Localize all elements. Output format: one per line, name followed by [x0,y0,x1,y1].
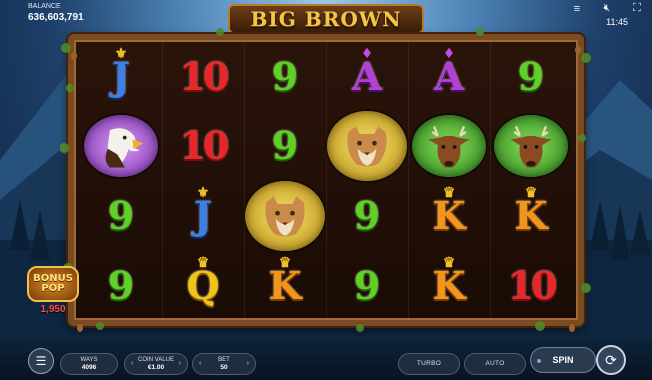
diamond-icon: ♦ [360,46,374,62]
auto-button[interactable]: AUTO [464,353,526,375]
symbol-label: 10 [507,262,558,308]
reel-symbol-stag [490,111,572,181]
refresh-arrows-icon: ⟳ [605,351,617,368]
balance-label: BALANCE [28,3,61,10]
reel-symbol-9: 9 [244,42,326,111]
coin-value: €1.00 [147,363,165,371]
symbol-label: 10 [179,123,230,168]
reel-symbol-k: ♛ K [490,181,572,251]
crown-icon: ♛ [196,255,210,271]
turbo-button[interactable]: TURBO [398,353,460,375]
crown-icon: ♛ [278,255,292,271]
reel-symbol-9: 9 [326,181,408,251]
reel-symbol-k: ♛ K [408,251,490,320]
ways-display: WAYS 4096 [60,353,118,375]
symbol-label: K [268,262,302,308]
reel-symbol-stag [408,111,490,181]
reels-grid: ⚜ J 10 9 ♦ A ♦ A 9 10 9 9 ⚜ J 9 ♛ K ♛ K 9 ♛ Q ♛ K 9 ♛ K 10 [80,42,572,320]
crown-icon: ♛ [524,185,538,201]
game-logo: BIG BROWN [228,4,424,34]
bonus-pop: BONUS POP 1,950 [26,266,80,316]
spin-indicator-icon [537,359,541,363]
symbol-label: 10 [179,53,230,99]
balance-value: 636,603,791 [28,12,84,23]
fleur-icon: ⚜ [196,185,210,201]
symbol-label: K [514,193,548,238]
symbol-label: 9 [107,193,135,238]
symbol-label: 9 [271,123,299,168]
symbol-label: 9 [107,262,135,308]
reel-symbol-cougar [326,111,408,181]
reel-symbol-a: ♦ A [408,42,490,111]
clock: 11:45 [606,17,628,27]
symbol-label: 9 [517,53,545,99]
symbol-label: K [432,193,466,238]
reel-symbol-k: ♛ K [244,251,326,320]
reel-symbol-9: 9 [326,251,408,320]
bet-label: BET [218,356,230,363]
symbol-label: K [432,262,466,308]
spin-label: SPIN [552,355,574,365]
menu-lines-icon[interactable]: ≡ [570,3,584,15]
symbol-label: A [434,53,464,99]
reel-symbol-j: ⚜ J [162,181,244,251]
crown-icon: ♛ [442,255,456,271]
coin-increase-icon[interactable]: › [179,360,181,368]
ways-label: WAYS [80,356,98,363]
bet-value: 50 [220,363,228,371]
stag-icon [412,115,486,177]
bonus-pop-badge: BONUS POP [27,266,79,302]
ways-value: 4096 [81,363,97,371]
reel-symbol-10: 10 [162,111,244,181]
fullscreen-icon[interactable]: ⛶ [630,2,644,15]
reel-symbol-j: ⚜ J [80,42,162,111]
crown-icon: ♛ [442,185,456,201]
reel-symbol-10: 10 [490,251,572,320]
symbol-label: Q [186,262,220,308]
reel-symbol-9: 9 [80,181,162,251]
bonus-pop-value: 1,950 [40,304,66,315]
reel-symbol-9: 9 [244,111,326,181]
coin-value-stepper: ‹ COIN VALUE €1.00 › [124,353,188,375]
fleur-icon: ⚜ [114,46,128,62]
symbol-label: 9 [271,53,299,99]
coin-value-label: COIN VALUE [138,356,174,363]
top-controls: ≡ 🔇︎ ⛶ [570,2,644,15]
stag-icon [494,115,568,177]
auto-label: AUTO [485,360,505,368]
bet-decrease-icon[interactable]: ‹ [199,360,201,368]
symbol-label: J [112,53,130,99]
symbol-label: J [194,193,212,238]
cougar-icon [245,181,325,251]
reel-symbol-q: ♛ Q [162,251,244,320]
spin-arrows-button[interactable]: ⟳ [596,345,626,375]
symbol-label: 9 [353,193,381,238]
reel-symbol-10: 10 [162,42,244,111]
diamond-icon: ♦ [442,46,456,62]
reel-symbol-9: 9 [80,251,162,320]
speaker-muted-icon[interactable]: 🔇︎ [600,2,614,15]
coin-decrease-icon[interactable]: ‹ [131,360,133,368]
bonus-pop-line2: POP [41,283,65,294]
hamburger-icon: ☰ [35,354,47,368]
symbol-label: 9 [353,262,381,308]
eagle-icon [84,115,158,177]
bet-increase-icon[interactable]: › [247,360,249,368]
main-menu-button[interactable]: ☰ [28,348,54,374]
reel-symbol-cougar [244,181,326,251]
reel-symbol-k: ♛ K [408,181,490,251]
reel-symbol-eagle [80,111,162,181]
turbo-label: TURBO [416,360,442,368]
reel-symbol-a: ♦ A [326,42,408,111]
spin-button[interactable]: SPIN [530,347,596,373]
bet-stepper: ‹ BET 50 › [192,353,256,375]
cougar-icon [327,111,407,181]
reel-symbol-9: 9 [490,42,572,111]
symbol-label: A [352,53,382,99]
